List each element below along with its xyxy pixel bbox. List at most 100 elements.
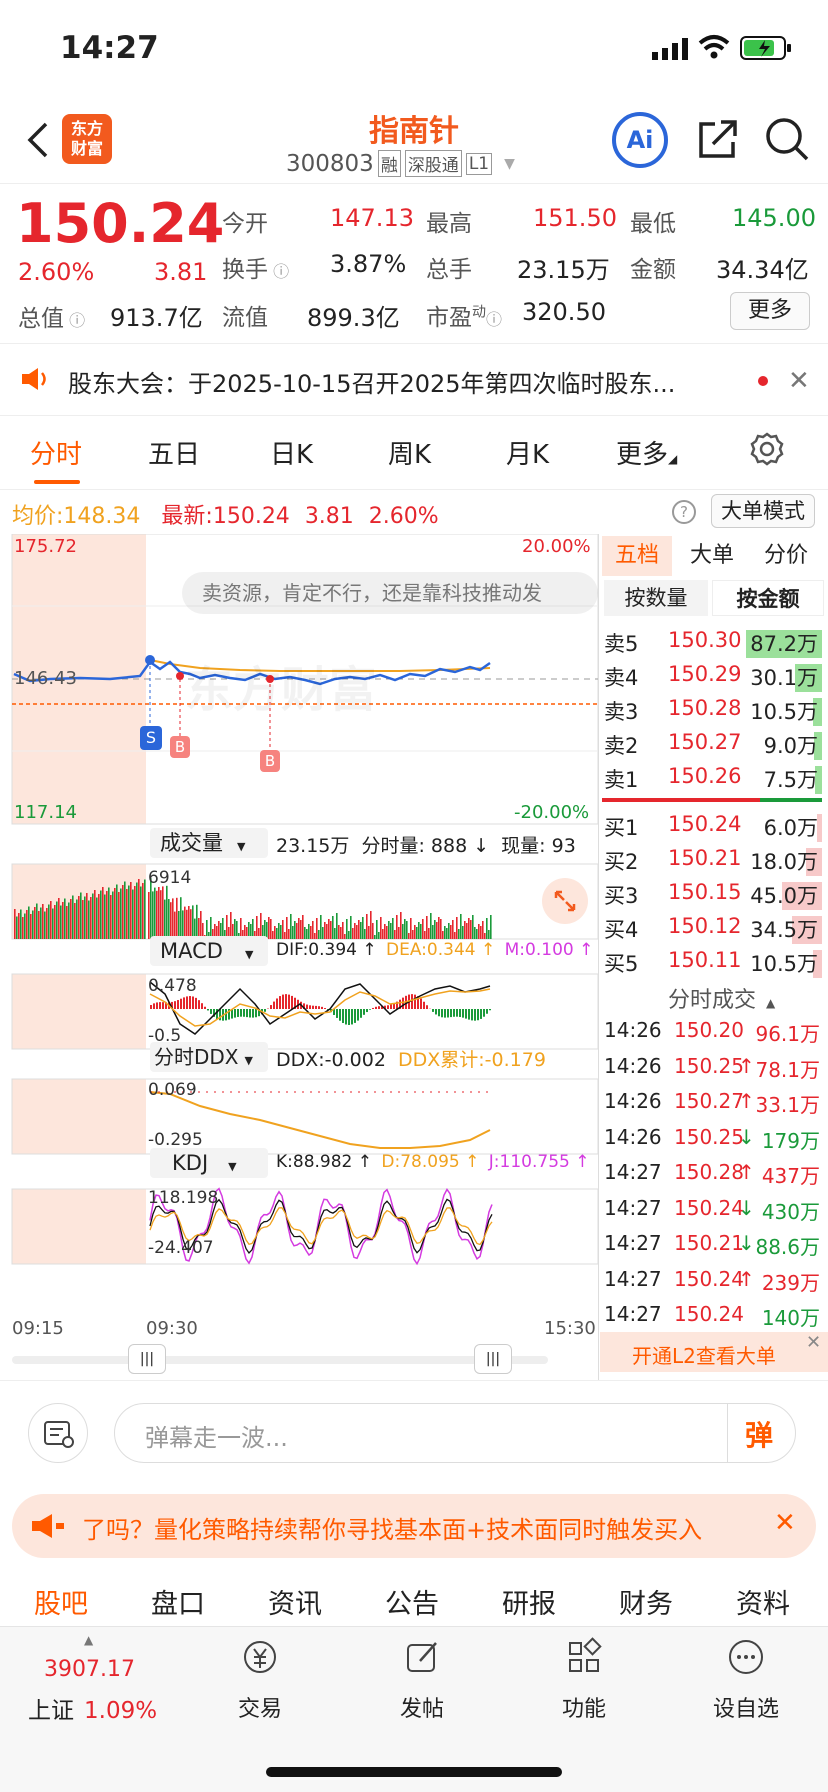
trade-time: 14:26 bbox=[604, 1053, 662, 1078]
trade-amount: 430万 bbox=[761, 1199, 820, 1224]
volume-bar bbox=[170, 902, 172, 939]
share-icon[interactable] bbox=[697, 118, 739, 164]
notes-icon[interactable] bbox=[28, 1403, 88, 1463]
content-tab[interactable]: 财务 bbox=[619, 1582, 673, 1621]
nav-functions[interactable]: 功能 bbox=[544, 1637, 624, 1737]
danmaku-bubble[interactable]: 卖资源，肯定不行，还是靠科技推动发 bbox=[182, 572, 598, 614]
turnover-value: 3.87% bbox=[330, 250, 407, 278]
trade-direction: ↓ bbox=[738, 1124, 755, 1149]
ask-price[interactable]: 150.29 bbox=[668, 662, 741, 686]
buy-marker-b1[interactable]: B bbox=[170, 736, 190, 758]
content-tab[interactable]: 公告 bbox=[385, 1582, 439, 1621]
orderbook-subtab-qty[interactable]: 按数量 bbox=[604, 580, 708, 616]
macd-bar bbox=[162, 1002, 164, 1009]
content-tab[interactable]: 资料 bbox=[736, 1582, 790, 1621]
wifi-icon bbox=[698, 34, 730, 64]
volume-bar bbox=[348, 931, 350, 939]
macd-bar bbox=[360, 1009, 362, 1018]
sell-marker-s[interactable]: S bbox=[140, 726, 162, 750]
ddx-indicator-select[interactable]: 分时DDX ▼ bbox=[150, 1042, 268, 1072]
slider-handle-right[interactable]: ||| bbox=[474, 1344, 512, 1374]
trade-price: 150.24 bbox=[674, 1195, 744, 1220]
macd-bar bbox=[252, 1009, 254, 1018]
volume-bar bbox=[304, 927, 306, 939]
content-tab[interactable]: 研报 bbox=[502, 1582, 556, 1621]
close-icon[interactable]: ✕ bbox=[788, 366, 810, 396]
ask-price[interactable]: 150.27 bbox=[668, 730, 741, 754]
bid-price[interactable]: 150.11 bbox=[668, 948, 741, 972]
macd-bar bbox=[237, 1009, 239, 1017]
orderbook-tab-big[interactable]: 大单 bbox=[690, 536, 734, 576]
bid-price[interactable]: 150.21 bbox=[668, 846, 741, 870]
macd-bar bbox=[207, 1009, 209, 1011]
volume-bar bbox=[156, 890, 158, 939]
info-icon[interactable]: ⓘ bbox=[486, 310, 502, 329]
volume-indicator-select[interactable]: 成交量 ▼ bbox=[150, 828, 268, 858]
close-icon[interactable]: ✕ bbox=[806, 1332, 821, 1353]
nav-trade[interactable]: 交易 bbox=[220, 1637, 300, 1737]
volume-bar bbox=[142, 883, 144, 939]
ask-level: 卖4 bbox=[604, 666, 639, 690]
volume-bar bbox=[330, 921, 332, 939]
ask-amount: 10.5万 bbox=[750, 700, 818, 724]
danmaku-input[interactable]: 弹幕走一波... 弹 bbox=[114, 1403, 796, 1463]
orderbook-tab-five[interactable]: 五档 bbox=[602, 536, 672, 576]
volume-bar bbox=[190, 909, 192, 939]
ask-level: 卖5 bbox=[604, 632, 639, 656]
expand-icon[interactable] bbox=[542, 878, 588, 924]
tab-daily[interactable]: 日K bbox=[270, 434, 313, 471]
volume-value: 23.15万 bbox=[517, 256, 610, 284]
more-button[interactable]: 更多 bbox=[730, 292, 810, 330]
macd-indicator-select[interactable]: MACD ▼ bbox=[150, 936, 268, 966]
bid-price[interactable]: 150.12 bbox=[668, 914, 741, 938]
volume-bar bbox=[412, 930, 414, 939]
content-tab[interactable]: 资讯 bbox=[268, 1582, 322, 1621]
orderbook-subtab-amt[interactable]: 按金额 bbox=[712, 580, 824, 616]
slider-handle-left[interactable]: ||| bbox=[128, 1344, 166, 1374]
nav-post[interactable]: 发帖 bbox=[382, 1637, 462, 1737]
tab-intraday[interactable]: 分时 bbox=[30, 434, 82, 471]
macd-bar bbox=[288, 994, 290, 1009]
orderbook-tab-price[interactable]: 分价 bbox=[764, 536, 808, 576]
macd-bar bbox=[249, 1009, 251, 1018]
l2-banner[interactable]: 开通L2查看大单 ✕ bbox=[600, 1332, 828, 1372]
index-ticker[interactable]: ▲ 3907.17 上证 1.09% bbox=[24, 1633, 174, 1733]
macd-bar bbox=[411, 994, 413, 1009]
tab-more[interactable]: 更多◢ bbox=[616, 434, 677, 471]
ai-button[interactable]: Ai bbox=[612, 112, 668, 168]
volume-bar bbox=[112, 891, 114, 939]
content-tab[interactable]: 盘口 bbox=[151, 1582, 205, 1621]
promo-banner[interactable]: 了吗？量化策略持续帮你寻找基本面+技术面同时触发买入 ✕ bbox=[12, 1494, 816, 1558]
volume-bar bbox=[114, 888, 116, 939]
announcement-bar[interactable]: 股东大会：于2025-10-15召开2025年第四次临时股东... ✕ bbox=[0, 344, 828, 416]
ask-price[interactable]: 150.30 bbox=[668, 628, 741, 652]
macd-bar bbox=[375, 1006, 377, 1009]
close-icon[interactable]: ✕ bbox=[774, 1508, 796, 1538]
time-range-slider[interactable] bbox=[12, 1356, 548, 1364]
settings-gear-icon[interactable] bbox=[750, 432, 784, 470]
unread-dot bbox=[758, 376, 768, 386]
tab-weekly[interactable]: 周K bbox=[388, 434, 431, 471]
ask-price[interactable]: 150.28 bbox=[668, 696, 741, 720]
big-order-mode-button[interactable]: 大单模式 bbox=[711, 494, 815, 528]
search-icon[interactable] bbox=[764, 116, 810, 166]
volume-bar bbox=[398, 927, 400, 939]
send-danmaku-button[interactable]: 弹 bbox=[745, 1414, 773, 1454]
help-icon[interactable]: ? bbox=[672, 500, 696, 524]
bid-price[interactable]: 150.24 bbox=[668, 812, 741, 836]
content-tab[interactable]: 股吧 bbox=[34, 1582, 88, 1621]
info-icon[interactable]: ⓘ bbox=[268, 262, 289, 281]
macd-bar bbox=[291, 995, 293, 1009]
tab-5day[interactable]: 五日 bbox=[148, 434, 200, 471]
stock-code-row[interactable]: 300803 融 深股通 L1 ▼ bbox=[286, 150, 515, 177]
ask-price[interactable]: 150.26 bbox=[668, 764, 741, 788]
tab-monthly[interactable]: 月K bbox=[506, 434, 549, 471]
trades-title[interactable]: 分时成交 ▲ bbox=[668, 982, 775, 1014]
volume-bar bbox=[148, 892, 150, 939]
info-icon[interactable]: ⓘ bbox=[64, 311, 85, 330]
bid-price[interactable]: 150.15 bbox=[668, 880, 741, 904]
nav-watchlist[interactable]: 设自选 bbox=[706, 1637, 786, 1737]
kdj-indicator-select[interactable]: KDJ ▼ bbox=[150, 1148, 268, 1178]
buy-marker-b2[interactable]: B bbox=[260, 750, 280, 772]
trade-price: 150.25 bbox=[674, 1053, 744, 1078]
